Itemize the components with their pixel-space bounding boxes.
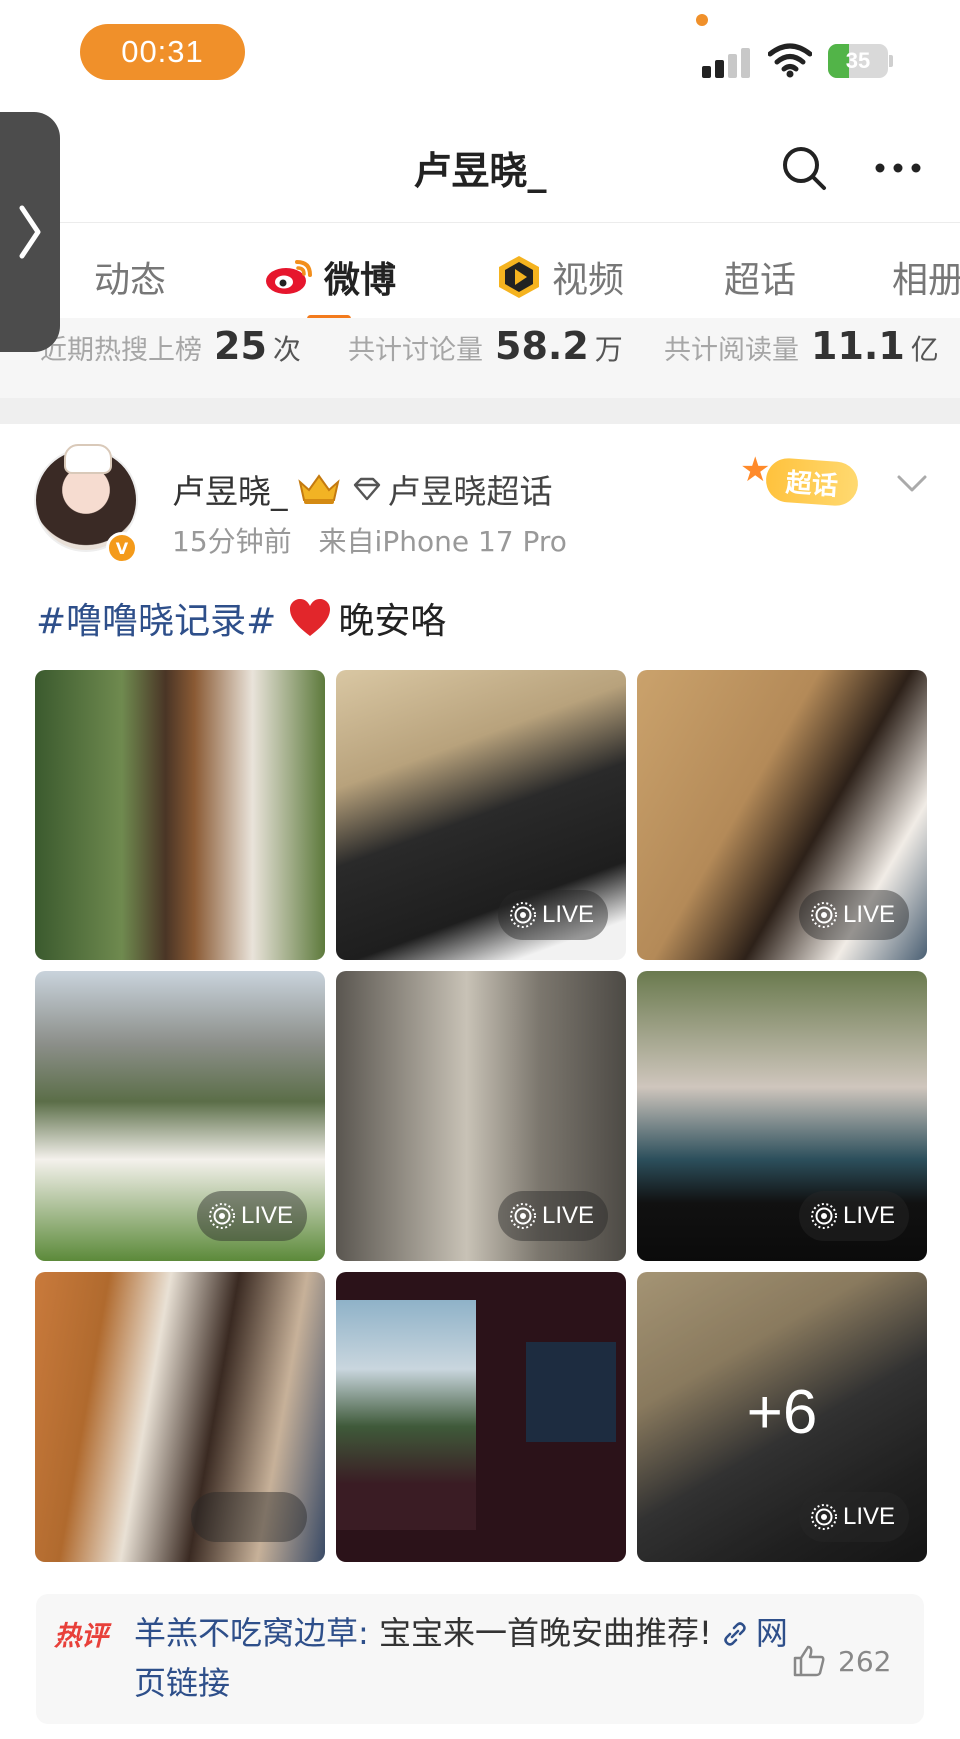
tab-chaohua[interactable]: 超话 <box>724 223 796 331</box>
stats-strip: 近期热搜上榜 25 次 共计讨论量 58.2 万 共计阅读量 11.1 亿 <box>0 318 960 398</box>
photo-8-window <box>336 1300 476 1530</box>
chevron-down-icon[interactable] <box>896 472 928 496</box>
chaohua-badge[interactable]: ★ 超话 <box>736 450 866 512</box>
video-channel-icon <box>499 256 539 298</box>
photo-8-light <box>526 1342 616 1442</box>
cat-ears-decoration <box>64 444 112 474</box>
post-hashtag[interactable]: #噜噜晓记录# <box>36 592 276 644</box>
tab-album[interactable]: 相册 <box>892 223 960 331</box>
verified-badge: V <box>106 532 138 564</box>
tab-label: 相册 <box>892 260 960 301</box>
post-body: 晚安咯 <box>338 601 447 642</box>
search-icon[interactable] <box>780 144 828 192</box>
weibo-logo-icon <box>266 260 312 294</box>
photo-1[interactable] <box>35 670 325 960</box>
diamond-icon <box>353 477 380 501</box>
like-button[interactable]: 262 <box>792 1644 891 1678</box>
live-badge: LIVE <box>798 890 909 940</box>
tab-video[interactable]: 视频 <box>496 223 624 331</box>
profile-tabs: 动态 微博 视频 超话 相册 <box>0 222 960 330</box>
live-photo-icon <box>810 1504 837 1530</box>
battery-icon: 35 <box>828 44 894 78</box>
stat-reads: 共计阅读量 11.1 亿 <box>664 324 939 368</box>
photo-grid: LIVE LIVE LIVE LIVE LIVE +6 LIVE <box>35 670 927 1562</box>
status-bar: 00:31 35 <box>0 0 960 110</box>
hot-comment-text: 羊羔不吃窝边草: 宝宝来一首晚安曲推荐! 网页链接 <box>134 1608 794 1708</box>
hot-comment-tag: 热评 <box>54 1621 108 1652</box>
heart-emoji-icon <box>290 599 331 636</box>
live-photo-icon <box>810 902 837 928</box>
photo-7[interactable] <box>35 1272 325 1562</box>
chevron-right-icon <box>19 205 41 259</box>
supertopic-link[interactable]: 卢昱晓超话 <box>388 465 553 513</box>
tab-label: 动态 <box>94 260 167 301</box>
wifi-icon <box>768 43 812 78</box>
hot-comment[interactable]: 热评 羊羔不吃窝边草: 宝宝来一首晚安曲推荐! 网页链接 262 <box>36 1594 924 1724</box>
side-panel-handle[interactable] <box>0 112 60 352</box>
page-title: 卢昱晓_ <box>413 149 547 193</box>
section-divider <box>0 398 960 424</box>
author-row: 卢昱晓_ 卢昱晓超话 <box>172 466 553 512</box>
post-time: 15分钟前 <box>172 525 292 558</box>
tab-label: 视频 <box>552 260 625 301</box>
battery-percent: 35 <box>845 48 871 73</box>
tab-dongtai[interactable]: 动态 <box>94 223 166 331</box>
live-photo-icon <box>208 1203 235 1229</box>
cellular-signal-icon <box>702 46 754 78</box>
author-name[interactable]: 卢昱晓_ <box>172 465 288 513</box>
more-icon[interactable] <box>872 150 924 186</box>
live-badge-loading <box>191 1492 307 1542</box>
chaohua-badge-label: 超话 <box>764 456 860 508</box>
photo-6[interactable]: LIVE <box>637 971 927 1261</box>
live-badge: LIVE <box>196 1191 307 1241</box>
status-time: 00:31 <box>80 24 245 80</box>
live-badge: LIVE <box>798 1492 909 1542</box>
photo-4[interactable]: LIVE <box>35 971 325 1261</box>
live-badge: LIVE <box>497 890 608 940</box>
photo-9[interactable]: +6 LIVE <box>637 1272 927 1562</box>
crown-icon <box>297 474 340 504</box>
recording-indicator <box>696 14 708 26</box>
photo-2[interactable]: LIVE <box>336 670 626 960</box>
link-icon <box>724 1622 746 1646</box>
live-photo-icon <box>810 1203 837 1229</box>
hot-comment-user[interactable]: 羊羔不吃窝边草: <box>134 1614 369 1652</box>
post-text: #噜噜晓记录# 晚安咯 <box>36 592 446 644</box>
tab-label: 超话 <box>724 260 797 301</box>
photo-3[interactable]: LIVE <box>637 670 927 960</box>
thumbs-up-icon <box>793 1645 825 1677</box>
live-photo-icon <box>509 902 536 928</box>
live-photo-icon <box>509 1203 536 1229</box>
post-meta: 15分钟前 来自iPhone 17 Pro <box>172 520 567 560</box>
hot-comment-body: 宝宝来一首晚安曲推荐! <box>368 1614 712 1652</box>
tab-label: 微博 <box>324 260 397 301</box>
post-source: 来自iPhone 17 Pro <box>318 525 567 558</box>
stat-hot-search: 近期热搜上榜 25 次 <box>40 324 301 368</box>
photo-8[interactable] <box>336 1272 626 1562</box>
stat-discussion: 共计讨论量 58.2 万 <box>348 324 623 368</box>
photo-5[interactable]: LIVE <box>336 971 626 1261</box>
live-badge: LIVE <box>497 1191 608 1241</box>
live-badge: LIVE <box>798 1191 909 1241</box>
like-count: 262 <box>838 1644 892 1678</box>
